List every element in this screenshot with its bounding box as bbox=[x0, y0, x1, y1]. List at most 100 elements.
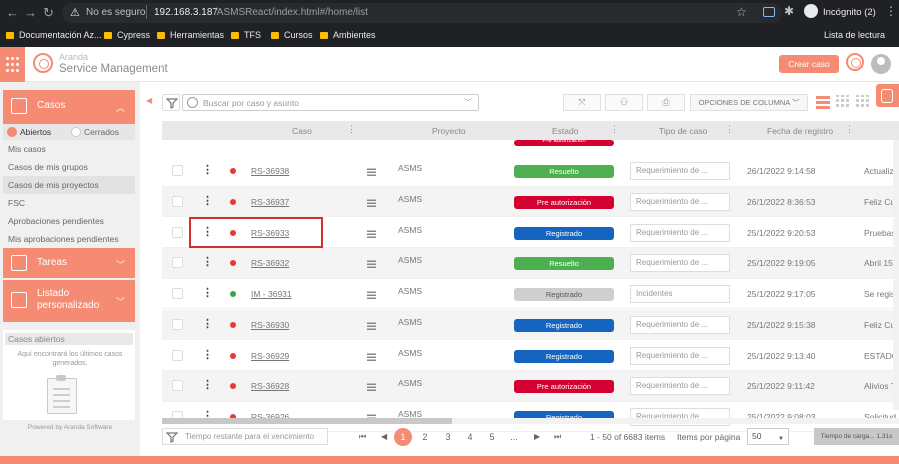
prev-page-icon[interactable]: ◀ bbox=[381, 432, 387, 441]
row-checkbox[interactable] bbox=[172, 349, 183, 361]
detail-lines-icon[interactable] bbox=[367, 290, 376, 300]
bookmark-star-icon[interactable]: ☆ bbox=[736, 5, 747, 19]
column-menu-icon[interactable]: ⋮ bbox=[845, 124, 854, 135]
case-type-field[interactable]: Requerimiento de ... bbox=[630, 315, 730, 334]
sidebar-section-casos[interactable]: Casos ︿ bbox=[3, 90, 135, 124]
hand-help-icon[interactable] bbox=[876, 84, 899, 107]
case-type-field[interactable]: Requerimiento de ... bbox=[630, 254, 730, 273]
avatar[interactable] bbox=[871, 54, 891, 74]
column-menu-icon[interactable]: ⋮ bbox=[725, 124, 734, 135]
case-link[interactable]: RS-36937 bbox=[251, 197, 289, 207]
case-link[interactable]: RS-36928 bbox=[251, 381, 289, 391]
detail-lines-icon[interactable] bbox=[367, 351, 376, 361]
time-remaining-filter[interactable]: Tiempo restante para el vencimiento bbox=[162, 428, 328, 445]
col-estado[interactable]: Estado bbox=[552, 126, 578, 136]
page-more[interactable]: ... bbox=[505, 428, 523, 446]
case-link[interactable]: RS-36930 bbox=[251, 320, 289, 330]
sidebar-item-mis-casos[interactable]: Mis casos bbox=[3, 140, 135, 158]
card-view-icon[interactable] bbox=[856, 95, 870, 109]
tab-open-label[interactable]: Abiertos bbox=[20, 127, 51, 137]
chevron-down-icon[interactable]: ﹀ bbox=[116, 295, 125, 308]
bookmark-folder[interactable]: Herramientas bbox=[157, 30, 224, 40]
apps-grid-icon[interactable] bbox=[0, 47, 25, 82]
chevron-down-icon[interactable]: ﹀ bbox=[464, 97, 472, 108]
case-link[interactable]: RS-36929 bbox=[251, 351, 289, 361]
page-5[interactable]: 5 bbox=[483, 428, 501, 446]
row-menu-icon[interactable]: ⋮ bbox=[202, 163, 213, 176]
forward-icon[interactable]: → bbox=[24, 5, 37, 21]
gear-icon[interactable] bbox=[846, 53, 864, 71]
puzzle-extensions-icon[interactable]: ✱ bbox=[784, 4, 794, 18]
table-row[interactable]: ⋮ RS-36928 ASMS Pre autorización Requerimien… bbox=[162, 370, 899, 402]
sidebar-section-tareas[interactable]: Tareas ﹀ bbox=[3, 248, 135, 278]
bookmark-folder[interactable]: Documentación Az... bbox=[6, 30, 102, 40]
detail-lines-icon[interactable] bbox=[367, 167, 376, 177]
detail-lines-icon[interactable] bbox=[367, 198, 376, 208]
row-checkbox[interactable] bbox=[172, 380, 183, 392]
row-menu-icon[interactable]: ⋮ bbox=[202, 286, 213, 299]
case-type-field[interactable]: Requerimiento de ... bbox=[630, 346, 730, 365]
vertical-scrollbar[interactable] bbox=[893, 140, 899, 410]
bookmark-folder[interactable]: TFS bbox=[231, 30, 261, 40]
detail-lines-icon[interactable] bbox=[367, 320, 376, 330]
grid-view-icon[interactable] bbox=[836, 95, 850, 109]
bookmark-folder[interactable]: Cursos bbox=[271, 30, 313, 40]
case-type-field[interactable]: Incidentes bbox=[630, 285, 730, 304]
col-fecha[interactable]: Fecha de registro bbox=[767, 126, 833, 136]
sidebar-item-aprobaciones[interactable]: Aprobaciones pendientes bbox=[3, 212, 135, 230]
page-4[interactable]: 4 bbox=[461, 428, 479, 446]
chevron-up-icon[interactable]: ︿ bbox=[116, 101, 125, 114]
screencast-extension-icon[interactable] bbox=[763, 7, 775, 17]
row-checkbox[interactable] bbox=[172, 196, 183, 208]
sidebar-item-casos-grupos[interactable]: Casos de mis grupos bbox=[3, 158, 135, 176]
case-link[interactable]: RS-36938 bbox=[251, 166, 289, 176]
back-icon[interactable]: ← bbox=[6, 5, 19, 21]
column-options-button[interactable]: OPCIONES DE COLUMNA ﹀ bbox=[690, 94, 808, 111]
sidebar-item-casos-proyectos[interactable]: Casos de mis proyectos bbox=[3, 176, 135, 194]
detail-lines-icon[interactable] bbox=[367, 259, 376, 269]
export-button[interactable]: ⎙ bbox=[647, 94, 685, 111]
scroll-thumb[interactable] bbox=[162, 418, 452, 424]
radio-open[interactable] bbox=[7, 127, 17, 137]
detail-lines-icon[interactable] bbox=[367, 228, 376, 238]
last-page-icon[interactable]: ⏭ bbox=[554, 432, 561, 442]
table-row[interactable]: ⋮ RS-36937 ASMS Pre autorización Requerimien… bbox=[162, 186, 899, 218]
case-link[interactable]: IM - 36931 bbox=[251, 289, 292, 299]
address-bar[interactable]: ⚠ No es seguro 192.168.3.187 /ASMSReact/… bbox=[62, 3, 782, 23]
case-type-field[interactable]: Requerimiento de ... bbox=[630, 162, 730, 181]
horizontal-scrollbar[interactable] bbox=[162, 418, 899, 424]
incognito-icon[interactable] bbox=[804, 4, 818, 18]
bookmark-folder[interactable]: Ambientes bbox=[320, 30, 376, 40]
column-menu-icon[interactable]: ⋮ bbox=[347, 124, 356, 135]
group-button[interactable]: ⚇ bbox=[605, 94, 643, 111]
row-checkbox[interactable] bbox=[172, 318, 183, 330]
browser-menu-icon[interactable]: ⋮ bbox=[885, 4, 897, 18]
sidebar-section-listado[interactable]: Listado personalizado ﹀ bbox=[3, 280, 135, 322]
first-page-icon[interactable]: ⏮ bbox=[359, 432, 366, 442]
list-view-icon[interactable] bbox=[816, 95, 830, 109]
table-row[interactable]: ⋮ RS-36938 ASMS Resuelto Requerimiento de ..… bbox=[162, 156, 899, 187]
collapse-sidebar-icon[interactable]: ◀ bbox=[146, 96, 152, 105]
sidebar-item-fsc[interactable]: FSC bbox=[3, 194, 135, 212]
sidebar-item-mis-aprobaciones[interactable]: Mis aprobaciones pendientes bbox=[3, 230, 135, 248]
row-menu-icon[interactable]: ⋮ bbox=[202, 194, 213, 207]
chevron-down-icon[interactable]: ﹀ bbox=[116, 258, 125, 271]
row-checkbox[interactable] bbox=[172, 288, 183, 300]
page-1[interactable]: 1 bbox=[394, 428, 412, 446]
row-menu-icon[interactable]: ⋮ bbox=[202, 348, 213, 361]
column-menu-icon[interactable]: ⋮ bbox=[610, 124, 619, 135]
tab-closed-label[interactable]: Cerrados bbox=[84, 127, 119, 137]
search-input[interactable]: Buscar por caso y asunto ﹀ bbox=[182, 94, 479, 111]
case-link[interactable]: RS-36932 bbox=[251, 258, 289, 268]
col-tipo[interactable]: Tipo de caso bbox=[659, 126, 707, 136]
table-row[interactable]: ⋮ RS-36932 ASMS Resuelto Requerimiento de ..… bbox=[162, 248, 899, 279]
table-row[interactable]: ⋮ RS-36930 ASMS Registrado Requerimiento de … bbox=[162, 309, 899, 341]
create-case-button[interactable]: Crear caso bbox=[779, 55, 839, 73]
radio-closed[interactable] bbox=[71, 127, 81, 137]
reload-icon[interactable]: ↻ bbox=[43, 5, 54, 21]
case-type-field[interactable]: Requerimiento de ... bbox=[630, 193, 730, 212]
detail-lines-icon[interactable] bbox=[367, 382, 376, 392]
col-proyecto[interactable]: Proyecto bbox=[432, 126, 466, 136]
row-checkbox[interactable] bbox=[172, 165, 183, 177]
merge-button[interactable]: ⤧ bbox=[563, 94, 601, 111]
